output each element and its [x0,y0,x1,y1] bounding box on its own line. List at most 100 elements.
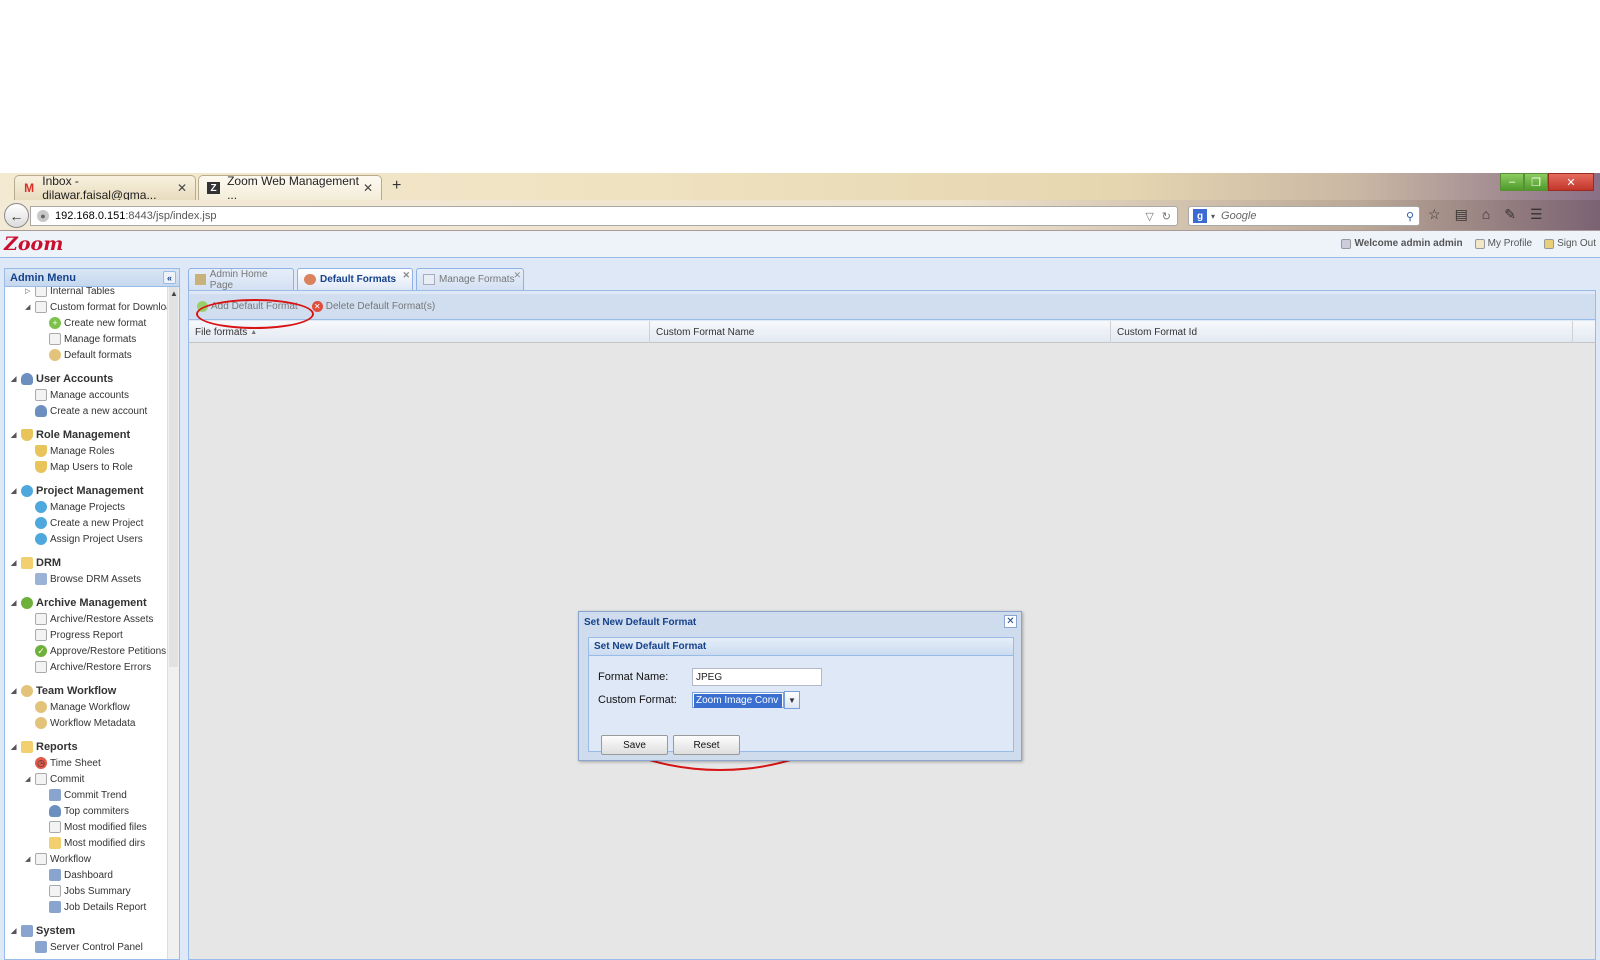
menu-item[interactable]: Create a new account [25,403,147,419]
column-custom-format-name[interactable]: Custom Format Name [650,321,1111,343]
collapse-panel-icon[interactable]: « [163,271,176,284]
menu-item[interactable]: ◢ Reports [11,739,78,755]
expand-arrow-icon[interactable]: ◢ [25,303,35,311]
menu-item[interactable]: ◢ System [11,923,75,939]
menu-item[interactable]: ◢ User Accounts [11,371,113,387]
close-tab-icon[interactable]: ✕ [513,270,521,281]
menu-item[interactable]: Manage Projects [25,499,125,515]
menu-item[interactable]: Default formats [39,347,132,363]
menu-item[interactable]: Most modified dirs [39,835,145,851]
menu-icon[interactable]: ☰ [1530,206,1543,223]
close-tab-icon[interactable]: ✕ [363,181,373,195]
menu-item[interactable]: Top commiters [39,803,129,819]
menu-item[interactable]: Jobs Summary [39,883,131,899]
expand-arrow-icon[interactable]: ◢ [11,687,21,695]
custom-format-combo[interactable]: Zoom Image Conv ▼ [692,691,800,709]
menu-item[interactable]: ◷ Time Sheet [25,755,101,771]
expand-arrow-icon[interactable]: ◢ [11,927,21,935]
expand-arrow-icon[interactable]: ◢ [25,775,35,783]
tab-manage-formats[interactable]: Manage Formats ✕ [416,268,524,290]
menu-item[interactable]: Manage formats [39,331,136,347]
bookmark-star-icon[interactable]: ☆ [1428,206,1441,223]
menu-item[interactable]: Job Details Report [39,899,146,915]
close-window-icon[interactable]: ✕ [1548,173,1594,191]
browser-tab-zoom[interactable]: Z Zoom Web Management ... ✕ [198,174,382,202]
expand-arrow-icon[interactable]: ◢ [11,743,21,751]
restore-icon[interactable]: ❐ [1524,173,1548,191]
menu-item[interactable]: Archive/Restore Errors [25,659,151,675]
bookmarks-list-icon[interactable]: ▤ [1455,206,1468,223]
add-default-format-button[interactable]: Add Default Format [197,301,298,312]
expand-arrow-icon[interactable]: ◢ [11,599,21,607]
chart-icon [49,789,61,801]
save-button[interactable]: Save [601,735,668,755]
close-icon[interactable]: ✕ [1004,615,1017,628]
column-file-formats[interactable]: File formats ▲ [189,321,650,343]
menu-item[interactable]: Manage Workflow [25,699,130,715]
expand-arrow-icon[interactable]: ◢ [11,559,21,567]
menu-item[interactable]: ◢ Workflow [25,851,91,867]
url-bar[interactable]: ● 192.168.0.151 :8443/jsp/index.jsp ▽ ↻ [30,206,1178,226]
menu-item-label: Default formats [64,349,132,361]
expand-arrow-icon[interactable]: ◢ [25,855,35,863]
menu-item[interactable]: ◢ Team Workflow [11,683,116,699]
expand-arrow-icon[interactable]: ▷ [25,287,35,295]
menu-item[interactable]: Manage Roles [25,443,114,459]
menu-item[interactable]: Manage accounts [25,387,129,403]
menu-item[interactable]: ◢ Commit [25,771,84,787]
menu-item[interactable]: Most modified files [39,819,147,835]
menu-item[interactable]: Commit Trend [39,787,127,803]
page-icon [35,613,47,625]
home-icon[interactable]: ⌂ [1482,206,1490,223]
menu-item[interactable]: Progress Report [25,627,123,643]
expand-arrow-icon[interactable]: ◢ [11,375,21,383]
search-bar[interactable]: g ▾ Google ⚲ [1188,206,1420,226]
new-tab-plus-icon[interactable]: + [392,177,401,195]
column-custom-format-id[interactable]: Custom Format Id [1111,321,1573,343]
back-arrow-icon[interactable]: ← [4,203,29,228]
menu-item[interactable]: ◢ Custom format for Downloa [25,299,168,315]
expand-arrow-icon[interactable]: ◢ [11,431,21,439]
dropdown-arrow-icon[interactable]: ▽ [1145,210,1153,223]
menu-item[interactable]: ◢ Archive Management [11,595,147,611]
custom-format-field[interactable]: Zoom Image Conv [692,692,784,708]
menu-item[interactable]: ◢ DRM [11,555,61,571]
reset-button[interactable]: Reset [673,735,740,755]
menu-item[interactable]: ◢ Project Management [11,483,144,499]
close-tab-icon[interactable]: ✕ [402,270,410,281]
chevron-down-icon[interactable]: ▼ [784,691,800,709]
menu-item[interactable]: Browse DRM Assets [25,571,141,587]
search-engine-dropdown-icon[interactable]: ▾ [1211,212,1215,221]
menu-item[interactable]: Server Control Panel [25,939,143,955]
menu-item[interactable]: Create a new Project [25,515,143,531]
minimize-icon[interactable]: – [1500,173,1524,191]
menu-item[interactable]: Dashboard [39,867,113,883]
menu-item[interactable]: Map Users to Role [25,459,133,475]
sign-out-link[interactable]: Sign Out [1544,238,1596,249]
menu-item[interactable]: Workflow Metadata [25,715,135,731]
browser-tab-gmail[interactable]: M Inbox - dilawar.faisal@gma... ✕ [14,174,196,202]
reload-icon[interactable]: ↻ [1162,210,1171,223]
my-profile-link[interactable]: My Profile [1474,238,1532,249]
menu-item[interactable]: ▷ Internal Tables [25,287,115,299]
google-icon[interactable]: g [1193,209,1207,223]
menu-item[interactable]: + Create new format [39,315,146,331]
close-tab-icon[interactable]: ✕ [177,181,187,195]
format-name-input[interactable]: JPEG [692,668,822,686]
expand-arrow-icon[interactable]: ◢ [11,487,21,495]
tab-admin-home-page[interactable]: Admin Home Page [188,268,294,291]
menu-item[interactable]: Assign Project Users [25,531,143,547]
addon-icon[interactable]: ✎ [1504,206,1516,223]
scrollbar-thumb[interactable] [169,287,178,667]
tab-default-formats[interactable]: Default Formats ✕ [297,268,413,290]
menu-item[interactable]: ✓ Approve/Restore Petitions [25,643,166,659]
menu-item[interactable]: Archive/Restore Assets [25,611,153,627]
search-icon[interactable]: ⚲ [1406,210,1419,223]
admin-menu-scrollbar[interactable]: ▲ [167,287,179,959]
menu-item[interactable]: ◢ Role Management [11,427,130,443]
menu-item-label: Team Workflow [36,685,117,697]
site-identity-icon[interactable]: ● [37,210,49,222]
computer-icon [21,925,33,937]
delete-default-format-button[interactable]: ✕ Delete Default Format(s) [311,301,435,312]
scroll-up-icon[interactable]: ▲ [170,289,178,298]
